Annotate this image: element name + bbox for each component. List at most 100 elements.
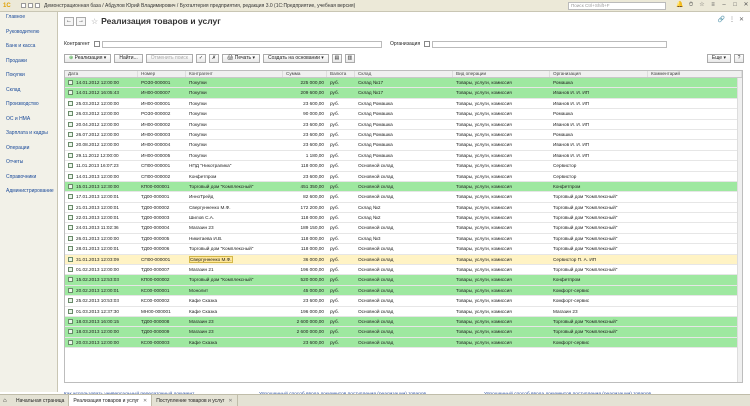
organization-checkbox[interactable]	[424, 41, 431, 47]
cell-num: ИН00-000002	[141, 121, 171, 127]
table-row[interactable]: 14.01.2013 12:00:00 СП00-000002 Конфетпром…	[65, 172, 742, 182]
cell-wh: Основной склад	[358, 225, 394, 231]
cell-org: Торговый дом "Комплексный"	[553, 215, 618, 221]
tab-purchases[interactable]: Поступление товаров и услуг ✕	[152, 395, 238, 406]
cancel-search-button[interactable]: Отменить поиск	[145, 54, 193, 63]
sidebar-item[interactable]: Отчеты	[0, 157, 57, 172]
table-row[interactable]: 28.01.2013 12:00:01 ТД00-000006 Торговый д…	[65, 244, 742, 255]
vertical-scrollbar[interactable]	[737, 78, 742, 382]
table-row[interactable]: 18.03.2013 16:00:15 ТД00-000008 Магазин 23…	[65, 316, 742, 328]
cell-cur: руб.	[330, 318, 339, 324]
favorite-star-icon[interactable]: ☆	[91, 17, 98, 26]
column-header[interactable]: Сумма	[283, 71, 327, 77]
link-icon[interactable]: 🔗	[717, 16, 724, 23]
back-button[interactable]: ←	[64, 16, 74, 26]
sidebar-item[interactable]: Покупки	[0, 70, 57, 85]
sidebar-item[interactable]: ОС и НМА	[0, 114, 57, 129]
cell-org: Торговый дом "Комплексный"	[553, 194, 618, 200]
table-row[interactable]: 15.01.2013 12:30:00 КП00-000001 Торговый д…	[65, 181, 742, 193]
table-row[interactable]: 17.01.2013 12:00:01 ТД00-000001 ИнноТрейд 8…	[65, 192, 742, 203]
bell-icon[interactable]: 🔔	[676, 1, 684, 10]
table-row[interactable]: 22.01.2013 12:00:01 ТД00-000003 Шилов С.А.…	[65, 213, 742, 224]
column-header[interactable]: Дата	[65, 71, 138, 77]
table-row[interactable]: 26.01.2013 12:00:00 ТД00-000005 Никитаева …	[65, 234, 742, 245]
cell-comment	[648, 182, 742, 191]
counterparty-checkbox[interactable]	[93, 41, 100, 47]
create-button[interactable]: ⊕ Реализация ▾	[64, 54, 112, 63]
sidebar-item[interactable]: Операции	[0, 143, 57, 158]
report-icon[interactable]: ▥	[344, 54, 355, 63]
print-button[interactable]: 🖨 Печать ▾	[221, 54, 261, 63]
sidebar-item[interactable]: Зарплата и кадры	[0, 128, 57, 143]
table-row[interactable]: 25.02.2013 10:53:03 КС00-000002 Кафе Сказк…	[65, 296, 742, 307]
table-row[interactable]: 20.08.2012 12:00:00 ИН00-000004 Покупки 23 …	[65, 140, 742, 151]
column-header[interactable]: Склад	[355, 71, 453, 77]
column-header[interactable]: Комментарий	[648, 71, 742, 77]
sidebar-item[interactable]: Банк и касса	[0, 41, 57, 56]
structure-icon[interactable]: ▤	[331, 54, 342, 63]
column-header[interactable]: Организация	[550, 71, 648, 77]
tab-close-icon[interactable]: ✕	[143, 396, 147, 406]
form-close-icon[interactable]: ✕	[739, 16, 744, 23]
cell-comment	[648, 213, 742, 222]
clock-icon[interactable]: ⏱	[687, 1, 695, 10]
more-icon[interactable]: ⋮	[729, 16, 735, 23]
sidebar-item[interactable]: Главное	[0, 12, 57, 27]
tab-home[interactable]: Начальная страница	[12, 395, 70, 406]
sidebar-item[interactable]: Склад	[0, 85, 57, 100]
cell-date-text: 14.01.2013 12:00:00	[76, 173, 120, 179]
menu-dots-icon[interactable]: ≡	[709, 1, 717, 10]
sidebar-item[interactable]: Производство	[0, 99, 57, 114]
table-row[interactable]: 15.02.2013 12:53:03 КП00-000002 Торговый д…	[65, 275, 742, 286]
sidebar-item[interactable]: Администрирование	[0, 186, 57, 201]
table-row[interactable]: 01.02.2013 12:00:00 ТД00-000007 Магазин 21…	[65, 265, 742, 276]
table-row[interactable]: 11.01.2013 16:07:23 СП00-000001 НПД "Никот…	[65, 161, 742, 172]
table-row[interactable]: 26.03.2012 12:00:00 РОЗ0-000002 Покупки 90 …	[65, 109, 742, 120]
organization-field[interactable]	[432, 40, 668, 48]
table-row[interactable]: 29.11.2012 12:00:00 ИН00-000005 Покупки 1 1…	[65, 151, 742, 162]
home-tab-icon[interactable]: ⌂	[3, 398, 9, 404]
menu-icon[interactable]	[21, 3, 26, 8]
table-row[interactable]: 21.01.2013 12:00:01 ТД00-000002 Свергуннен…	[65, 203, 742, 214]
post-icon[interactable]: ✓	[195, 54, 206, 63]
tab-close-icon[interactable]: ✕	[228, 396, 232, 406]
minimize-icon[interactable]: –	[720, 1, 728, 10]
table-row[interactable]: 18.03.2013 12:00:00 ТД00-000009 Магазин 23…	[65, 327, 742, 338]
cell-num: КС00-000002	[141, 298, 170, 304]
table-row[interactable]: 01.03.2013 12:37:30 МН00-000001 Кафе Сказк…	[65, 307, 742, 317]
cell-op: Товары, услуги, комиссия	[456, 131, 512, 137]
table-row[interactable]: 20.02.2013 12:00:01 КС00-000001 Монолит 45 …	[65, 285, 742, 297]
unpost-icon[interactable]: ✗	[208, 54, 219, 63]
table-row[interactable]: 26.07.2012 12:00:00 ИН00-000003 Покупки 23 …	[65, 130, 742, 141]
sidebar-item[interactable]: Руководителю	[0, 27, 57, 42]
table-row[interactable]: 31.01.2013 12:03:09 СП00-000001 Свергуннен…	[65, 254, 742, 266]
cell-comment	[648, 223, 742, 232]
more-button[interactable]: Еще ▾	[706, 54, 731, 63]
sidebar-item[interactable]: Справочники	[0, 172, 57, 187]
column-header[interactable]: Контрагент	[186, 71, 283, 77]
forward-button[interactable]: →	[76, 16, 86, 26]
history-icon[interactable]	[35, 3, 40, 8]
home-icon[interactable]	[28, 3, 33, 8]
tab-sales[interactable]: Реализация товаров и услуг ✕	[69, 395, 153, 406]
sidebar-item[interactable]: Продажи	[0, 56, 57, 71]
counterparty-field[interactable]	[101, 40, 382, 48]
table-row[interactable]: 14.01.2012 12:00:00 РОЗ0-000001 Покупки 225…	[65, 78, 742, 89]
star-icon[interactable]: ☆	[698, 1, 706, 10]
table-row[interactable]: 25.03.2012 12:00:00 ИН00-000001 Покупки 23 …	[65, 99, 742, 110]
table-row[interactable]: 14.01.2012 16:05:43 ИН00-000007 Покупки 209…	[65, 88, 742, 99]
create-based-button[interactable]: Создать на основании ▾	[263, 54, 329, 63]
table-row[interactable]: 20.03.2013 12:00:00 КС00-000003 Кафе Сказк…	[65, 337, 742, 349]
global-search-input[interactable]: Поиск Ctrl+Shift+F	[568, 2, 666, 10]
cell-wh: Основной склад	[358, 267, 394, 273]
column-header[interactable]: Вид операции	[453, 71, 550, 77]
close-icon[interactable]: ✕	[742, 1, 750, 10]
table-row[interactable]: 20.04.2012 12:00:00 ИН00-000002 Покупки 23 …	[65, 120, 742, 130]
table-row[interactable]: 24.01.2013 11:02:36 ТД00-000004 Магазин 23…	[65, 223, 742, 234]
find-button[interactable]: Найти...	[114, 54, 143, 63]
help-button[interactable]: ?	[734, 54, 744, 63]
maximize-icon[interactable]: □	[731, 1, 739, 10]
column-header[interactable]: Номер	[138, 71, 186, 77]
cell-cur: руб.	[330, 215, 339, 221]
column-header[interactable]: Валюта	[327, 71, 355, 77]
